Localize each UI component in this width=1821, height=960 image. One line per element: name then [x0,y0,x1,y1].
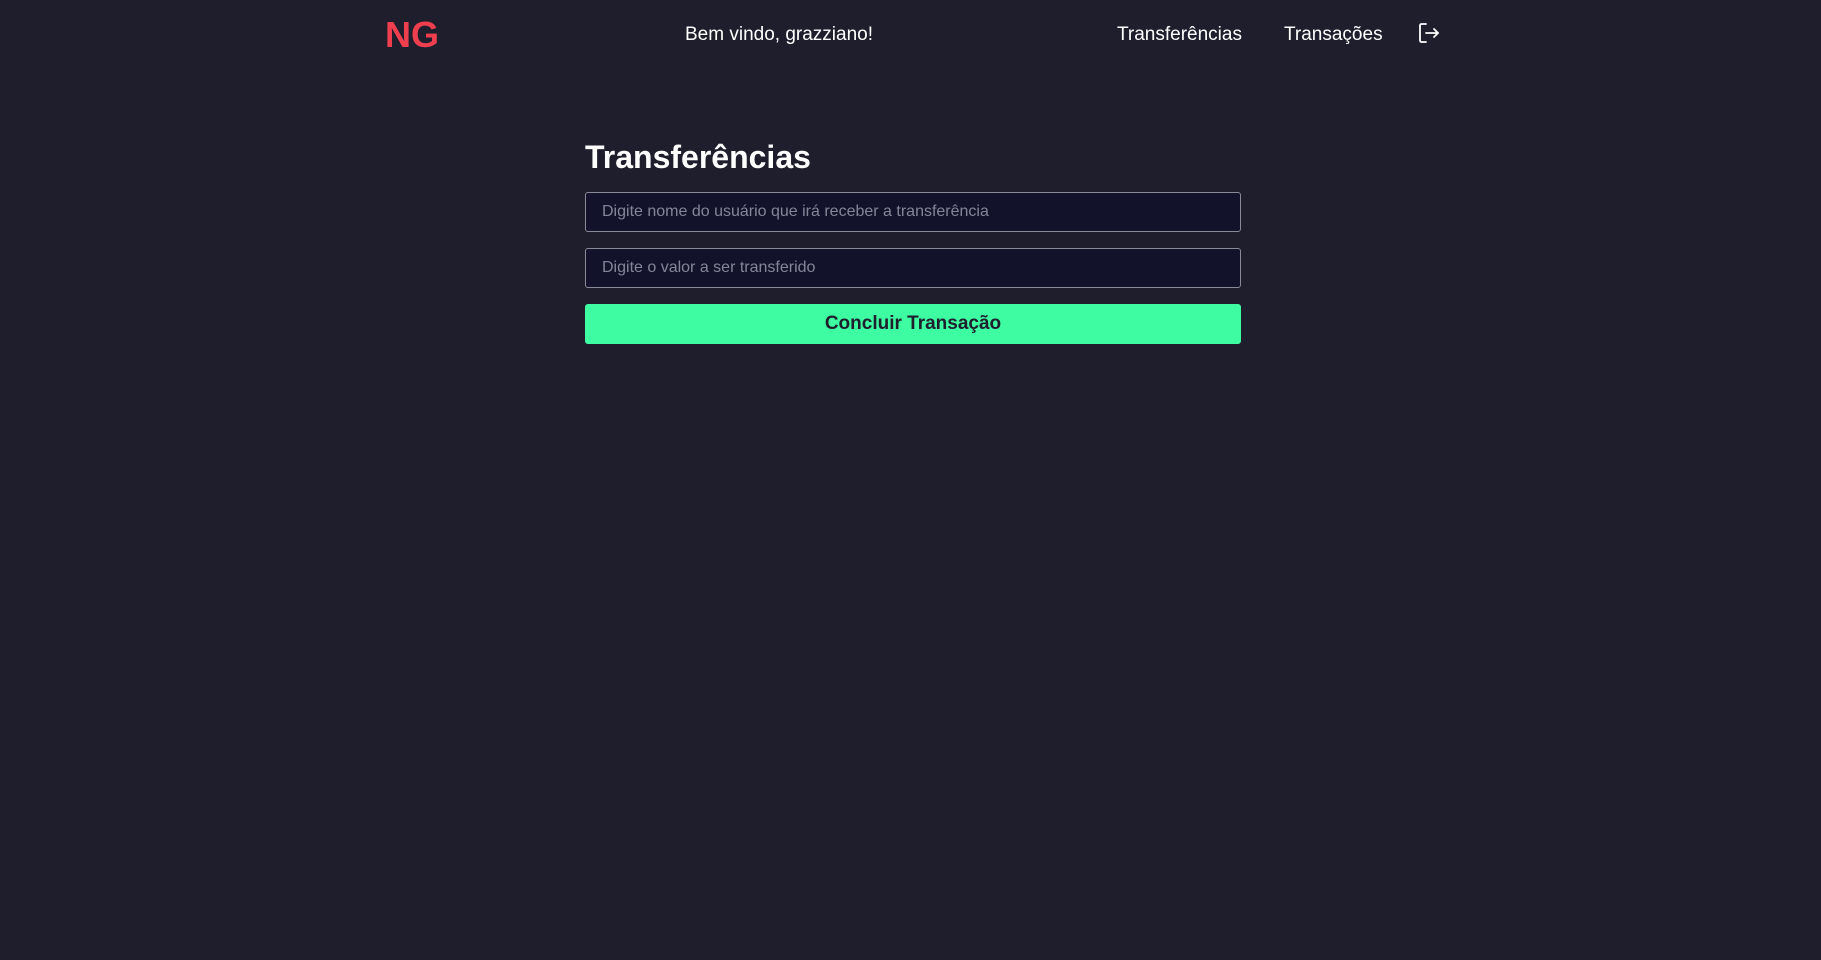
welcome-message: Bem vindo, grazziano! [685,24,873,45]
logout-icon [1419,23,1439,43]
logo: NG [385,14,439,55]
nav-link-transactions[interactable]: Transações [1284,24,1383,46]
recipient-input[interactable] [585,192,1241,232]
top-header: NG Bem vindo, grazziano! Transferências … [0,0,1821,70]
transfer-form: Transferências Concluir Transação [585,135,1241,344]
nav-link-transfers[interactable]: Transferências [1117,24,1242,46]
submit-transaction-button[interactable]: Concluir Transação [585,304,1241,344]
logout-button[interactable] [1417,21,1441,45]
amount-input[interactable] [585,248,1241,288]
page-title: Transferências [585,139,811,175]
